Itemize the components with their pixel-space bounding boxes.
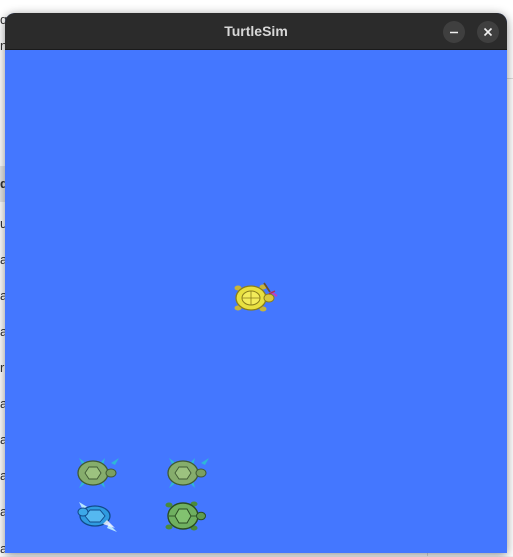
turtle-icon [167, 458, 209, 488]
minimize-button[interactable] [443, 21, 465, 43]
turtle-icon [165, 501, 206, 531]
turtle-icon [77, 458, 119, 488]
window-title: TurtleSim [224, 23, 288, 39]
turtle-canvas [5, 50, 507, 553]
close-button[interactable] [477, 21, 499, 43]
title-bar[interactable]: TurtleSim [5, 13, 507, 50]
turtle-icon [234, 282, 278, 312]
turtlesim-window: TurtleSim [5, 13, 507, 553]
background-divider [507, 78, 513, 79]
close-icon [483, 27, 493, 37]
minimize-icon [450, 31, 458, 34]
turtle-icon [77, 502, 117, 532]
